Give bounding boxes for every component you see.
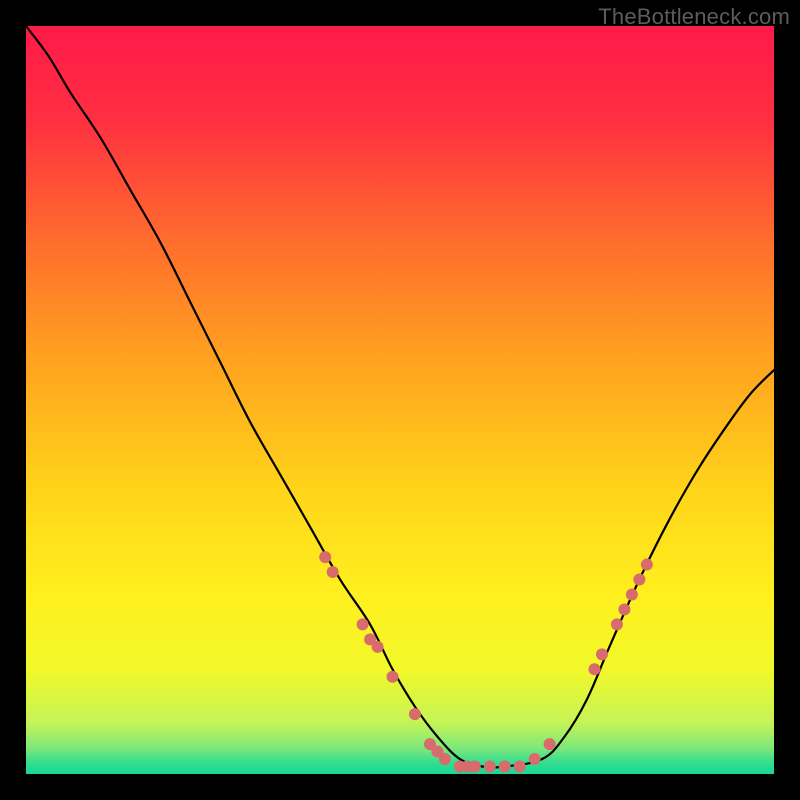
highlight-dot	[499, 761, 511, 773]
highlight-dot	[596, 648, 608, 660]
highlight-dot	[588, 663, 600, 675]
bottleneck-curve	[26, 26, 774, 768]
highlight-dot	[544, 738, 556, 750]
plot-area	[26, 26, 774, 774]
highlight-dot	[633, 574, 645, 586]
highlight-dot	[327, 566, 339, 578]
highlight-dot	[469, 761, 481, 773]
highlight-dot	[409, 708, 421, 720]
watermark-text: TheBottleneck.com	[598, 4, 790, 30]
highlight-dot	[484, 761, 496, 773]
highlight-dot	[439, 753, 451, 765]
highlight-dot	[618, 603, 630, 615]
highlight-dot	[611, 618, 623, 630]
highlight-dot	[514, 761, 526, 773]
highlight-dot	[529, 753, 541, 765]
highlight-dot	[372, 641, 384, 653]
highlight-dot	[319, 551, 331, 563]
highlight-dot	[641, 559, 653, 571]
chart-frame: TheBottleneck.com	[0, 0, 800, 800]
highlight-dot	[626, 588, 638, 600]
curve-layer	[26, 26, 774, 774]
highlight-dot	[357, 618, 369, 630]
highlight-dot	[387, 671, 399, 683]
